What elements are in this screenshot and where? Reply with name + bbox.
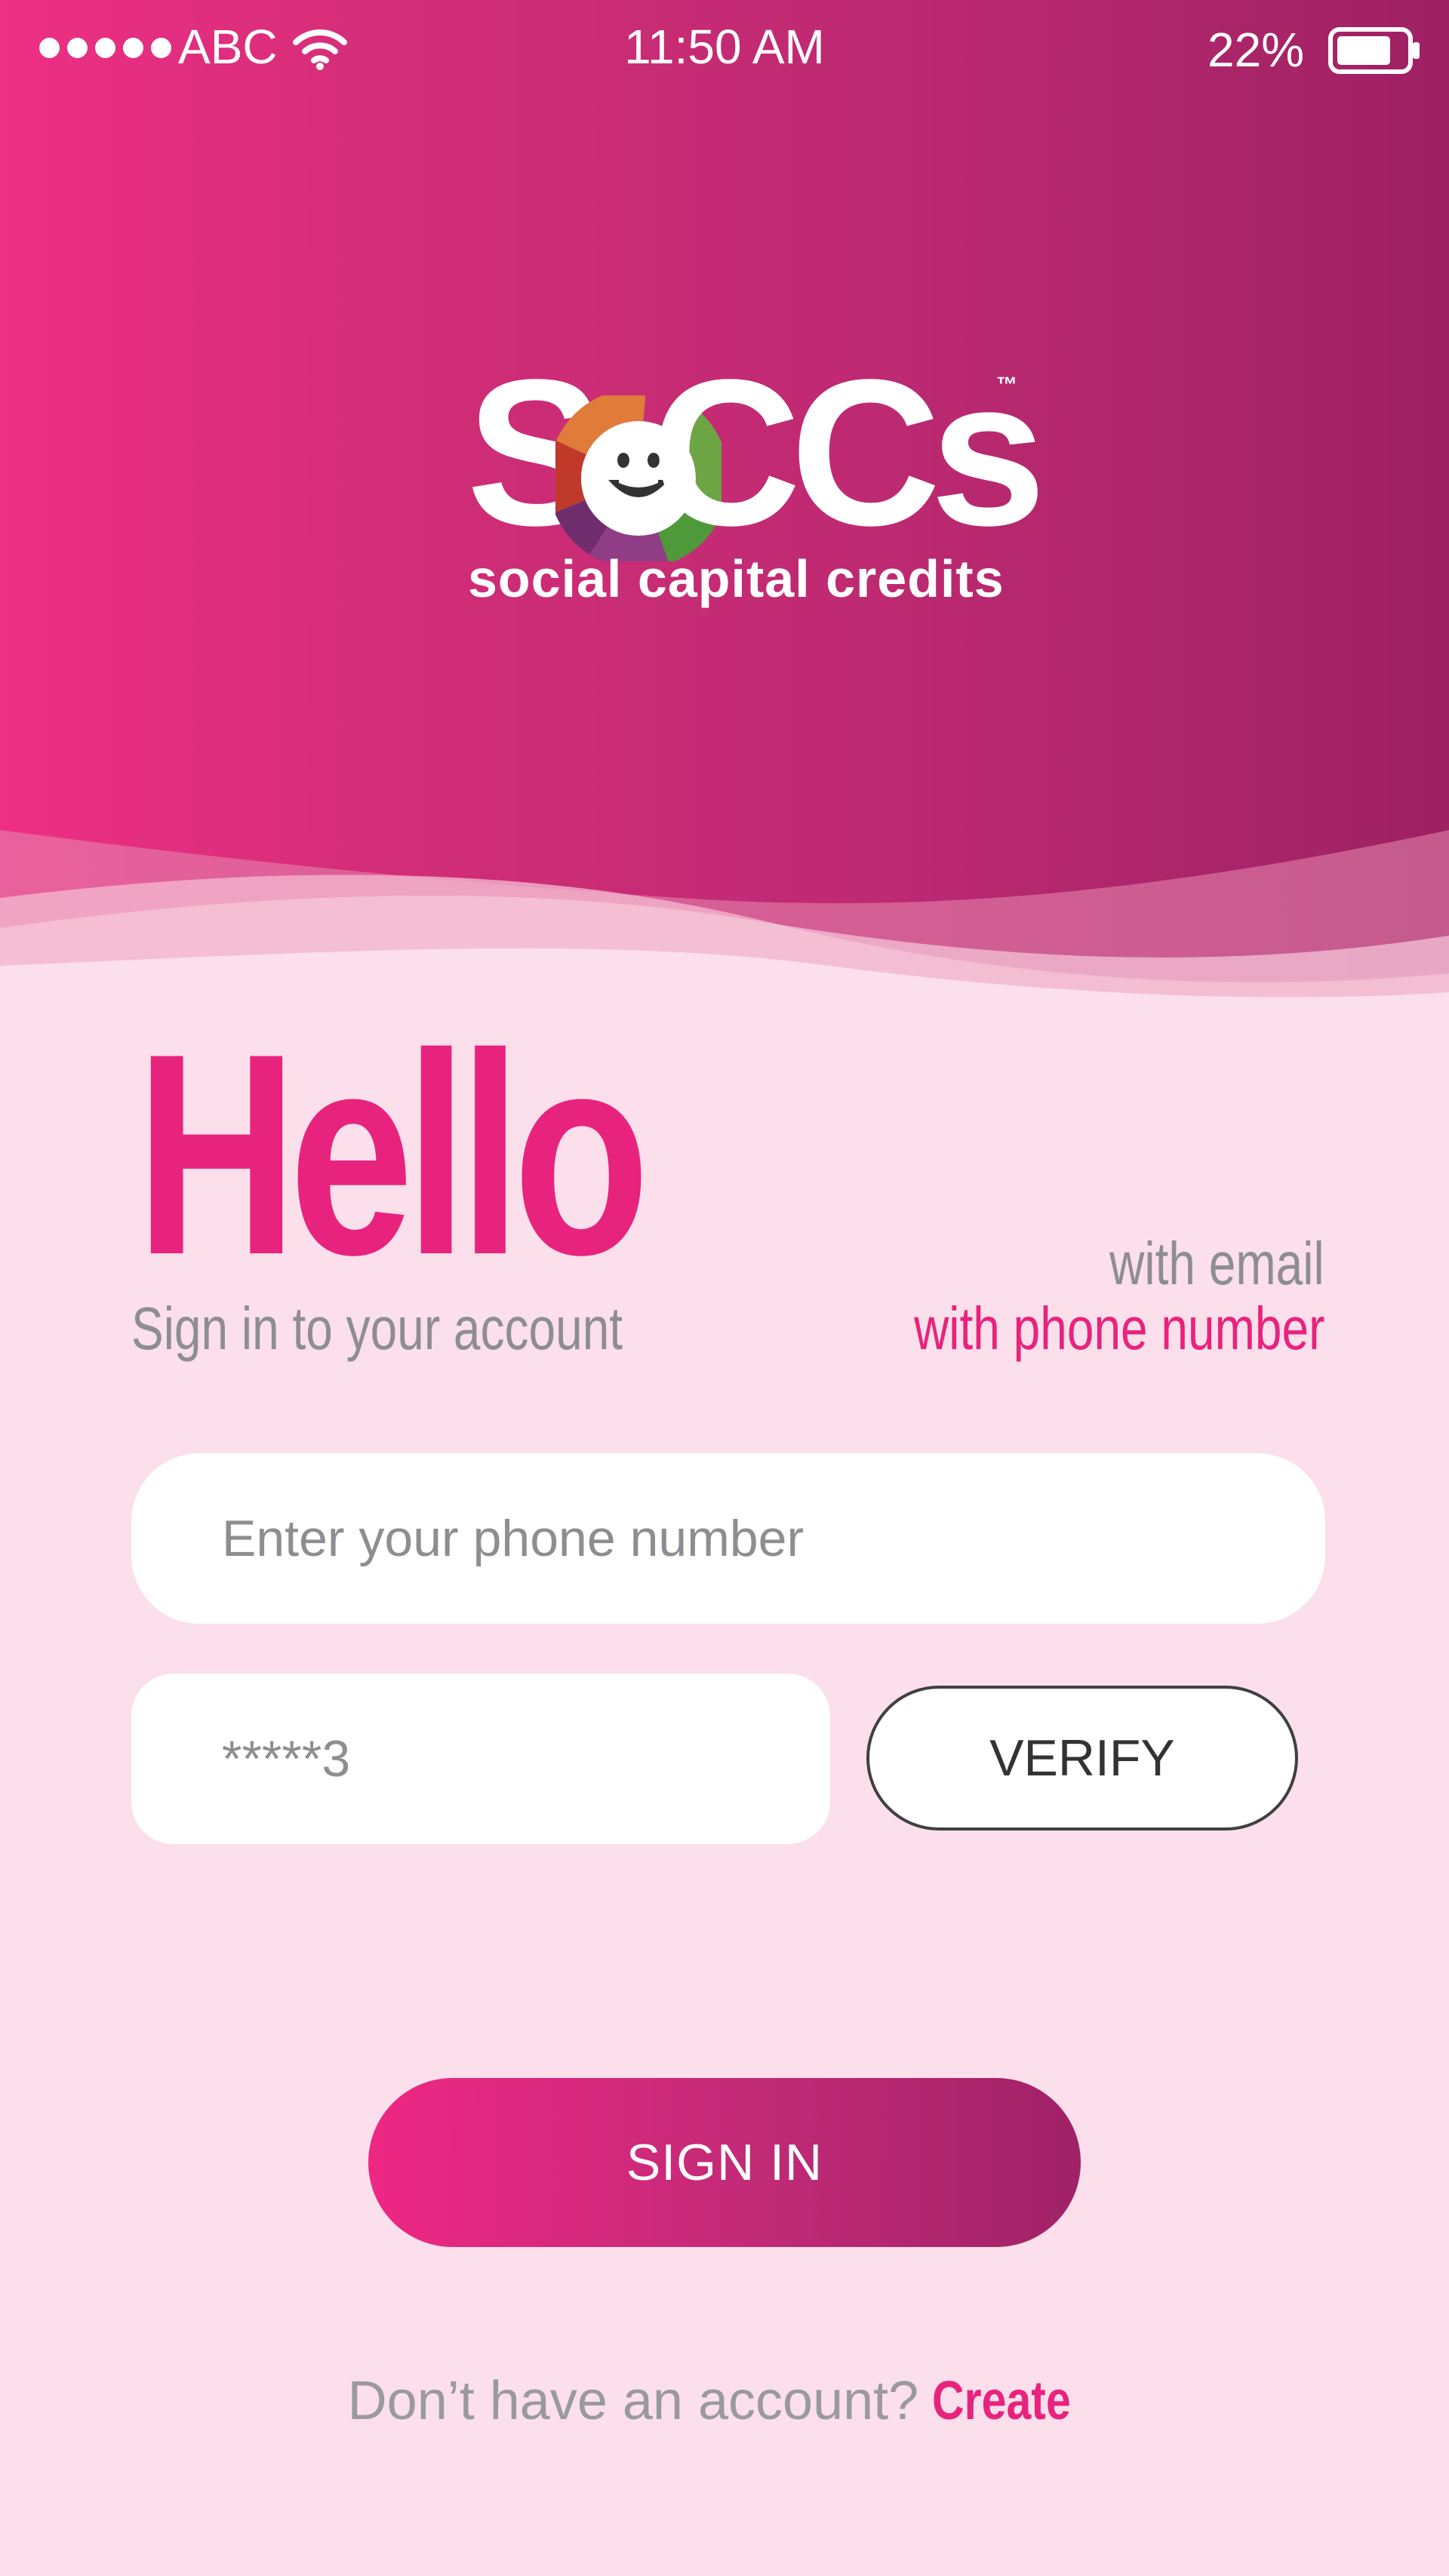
- sign-in-with-phone-link[interactable]: with phone number: [914, 1295, 1324, 1363]
- trademark-mark: ™: [996, 373, 1017, 396]
- sign-in-button[interactable]: SIGN IN: [368, 2078, 1081, 2247]
- logo-tagline: social capital credits: [468, 549, 1004, 608]
- verification-code-input[interactable]: [131, 1674, 830, 1844]
- phone-number-input[interactable]: [131, 1453, 1325, 1624]
- verify-button[interactable]: VERIFY: [866, 1686, 1298, 1831]
- create-account-link[interactable]: Create: [932, 2363, 1071, 2439]
- header-wave: [0, 830, 1449, 1026]
- battery-icon: [1328, 27, 1420, 74]
- page-subtitle: Sign in to your account: [131, 1295, 623, 1362]
- signup-prompt-text: Don’t have an account?: [347, 2371, 919, 2431]
- signup-prompt: Don’t have an account? Create: [0, 2363, 1449, 2439]
- page-title: Hello: [136, 994, 650, 1314]
- login-screen: ABC 11:50 AM 22% S CCs ™ social capital …: [0, 0, 1449, 2576]
- battery-percentage: 22%: [1208, 23, 1305, 77]
- logo-letters-ccs: CCs: [651, 337, 1046, 569]
- sign-in-with-email-link[interactable]: with email: [1109, 1230, 1324, 1298]
- status-bar: ABC 11:50 AM 22%: [0, 0, 1449, 98]
